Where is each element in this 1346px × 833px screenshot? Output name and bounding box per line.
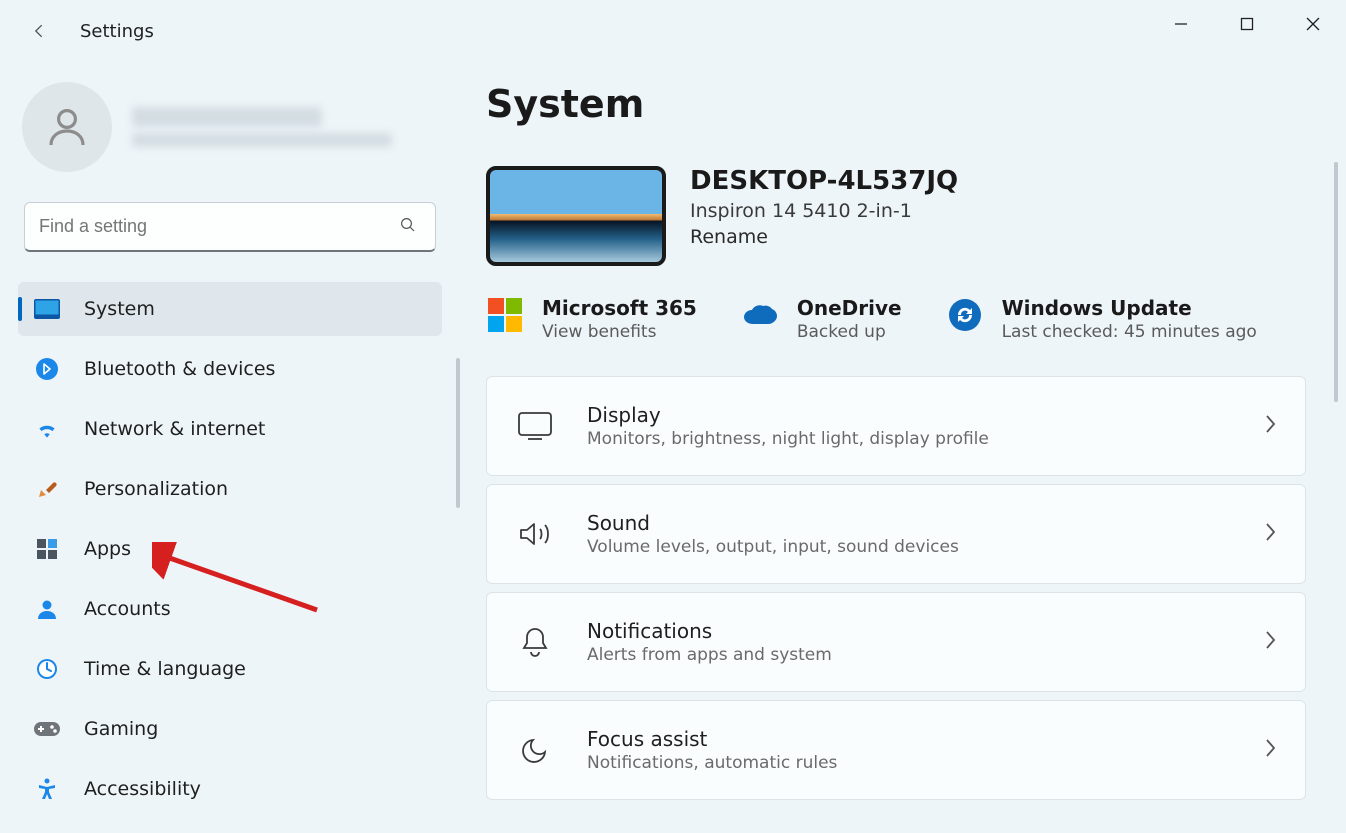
setting-list: Display Monitors, brightness, night ligh…: [486, 376, 1306, 800]
display-icon: [515, 406, 555, 446]
status-card-onedrive[interactable]: OneDrive Backed up: [741, 296, 902, 342]
back-button[interactable]: [20, 11, 60, 51]
sound-icon: [515, 514, 555, 554]
accessibility-icon: [34, 776, 60, 802]
setting-title: Notifications: [587, 619, 1231, 643]
status-title: Windows Update: [1002, 296, 1257, 320]
windows-update-icon: [946, 296, 984, 334]
avatar: [22, 82, 112, 172]
sidebar-item-accounts[interactable]: Accounts: [18, 582, 442, 636]
search-icon: [399, 216, 417, 238]
page-title: System: [486, 82, 1306, 126]
chevron-right-icon: [1263, 737, 1277, 763]
sidebar-item-label: Apps: [84, 538, 131, 560]
bluetooth-icon: [34, 356, 60, 382]
titlebar: Settings: [0, 0, 1346, 62]
sidebar-item-gaming[interactable]: Gaming: [18, 702, 442, 756]
personalization-icon: [34, 476, 60, 502]
main-scrollbar[interactable]: [1334, 162, 1338, 402]
sidebar-item-apps[interactable]: Apps: [18, 522, 442, 576]
setting-subtitle: Notifications, automatic rules: [587, 753, 1231, 773]
sidebar-item-label: Gaming: [84, 718, 158, 740]
main-content: System DESKTOP-4L537JQ Inspiron 14 5410 …: [460, 62, 1346, 833]
sidebar-item-time-language[interactable]: Time & language: [18, 642, 442, 696]
sidebar-nav: System Bluetooth & devices Network & int…: [18, 282, 442, 816]
user-card[interactable]: [22, 82, 442, 172]
sidebar-item-network-internet[interactable]: Network & internet: [18, 402, 442, 456]
status-title: OneDrive: [797, 296, 902, 320]
system-icon: [34, 296, 60, 322]
time-language-icon: [34, 656, 60, 682]
rename-link[interactable]: Rename: [690, 226, 958, 248]
maximize-button[interactable]: [1214, 0, 1280, 48]
sidebar-item-label: Accounts: [84, 598, 171, 620]
sidebar-item-system[interactable]: System: [18, 282, 442, 336]
sidebar-item-bluetooth-devices[interactable]: Bluetooth & devices: [18, 342, 442, 396]
close-button[interactable]: [1280, 0, 1346, 48]
setting-item-sound[interactable]: Sound Volume levels, output, input, soun…: [486, 484, 1306, 584]
accounts-icon: [34, 596, 60, 622]
setting-title: Focus assist: [587, 727, 1231, 751]
sidebar-item-personalization[interactable]: Personalization: [18, 462, 442, 516]
sidebar: System Bluetooth & devices Network & int…: [0, 62, 460, 833]
setting-subtitle: Monitors, brightness, night light, displ…: [587, 429, 1231, 449]
apps-icon: [34, 536, 60, 562]
device-summary: DESKTOP-4L537JQ Inspiron 14 5410 2-in-1 …: [486, 166, 1306, 266]
setting-subtitle: Alerts from apps and system: [587, 645, 1231, 665]
gaming-icon: [34, 716, 60, 742]
sidebar-item-label: System: [84, 298, 155, 320]
status-row: Microsoft 365 View benefits OneDrive Bac…: [486, 296, 1306, 342]
chevron-right-icon: [1263, 413, 1277, 439]
chevron-right-icon: [1263, 521, 1277, 547]
onedrive-icon: [741, 296, 779, 334]
desktop-wallpaper-thumbnail: [486, 166, 666, 266]
minimize-button[interactable]: [1148, 0, 1214, 48]
status-title: Microsoft 365: [542, 296, 697, 320]
sidebar-item-label: Personalization: [84, 478, 228, 500]
status-subtitle: Backed up: [797, 322, 902, 342]
microsoft-logo-icon: [486, 296, 524, 334]
sidebar-item-accessibility[interactable]: Accessibility: [18, 762, 442, 816]
setting-subtitle: Volume levels, output, input, sound devi…: [587, 537, 1231, 557]
device-model: Inspiron 14 5410 2-in-1: [690, 200, 958, 222]
chevron-right-icon: [1263, 629, 1277, 655]
setting-item-focus-assist[interactable]: Focus assist Notifications, automatic ru…: [486, 700, 1306, 800]
sidebar-item-label: Accessibility: [84, 778, 201, 800]
device-name: DESKTOP-4L537JQ: [690, 166, 958, 196]
focus-assist-icon: [515, 730, 555, 770]
window-controls: [1148, 0, 1346, 48]
sidebar-item-label: Time & language: [84, 658, 246, 680]
status-subtitle: Last checked: 45 minutes ago: [1002, 322, 1257, 342]
status-card-windows-update[interactable]: Windows Update Last checked: 45 minutes …: [946, 296, 1257, 342]
sidebar-item-label: Network & internet: [84, 418, 265, 440]
user-name-blurred: [132, 107, 392, 147]
notifications-icon: [515, 622, 555, 662]
window-title: Settings: [80, 21, 154, 42]
status-subtitle: View benefits: [542, 322, 697, 342]
search-input[interactable]: [39, 216, 421, 237]
search-box[interactable]: [24, 202, 436, 252]
setting-item-display[interactable]: Display Monitors, brightness, night ligh…: [486, 376, 1306, 476]
setting-title: Sound: [587, 511, 1231, 535]
status-card-microsoft365[interactable]: Microsoft 365 View benefits: [486, 296, 697, 342]
setting-title: Display: [587, 403, 1231, 427]
wifi-icon: [34, 416, 60, 442]
sidebar-item-label: Bluetooth & devices: [84, 358, 275, 380]
setting-item-notifications[interactable]: Notifications Alerts from apps and syste…: [486, 592, 1306, 692]
